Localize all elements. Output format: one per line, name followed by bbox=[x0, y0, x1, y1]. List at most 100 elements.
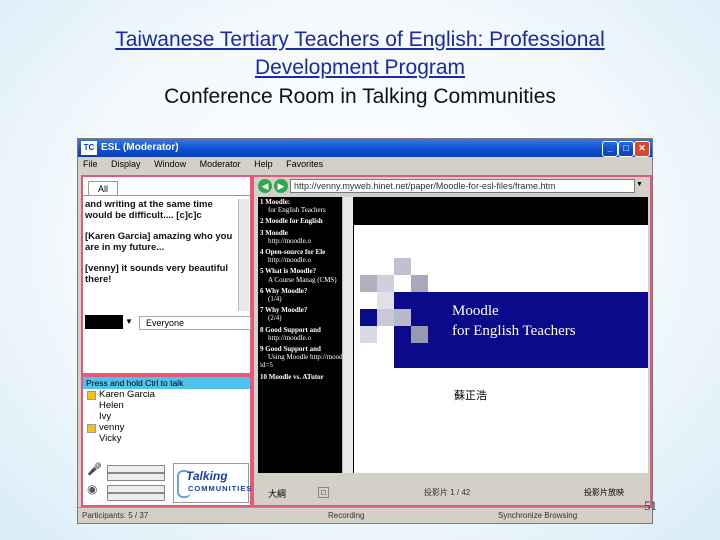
slide-top-band bbox=[354, 197, 648, 225]
text-color-swatch[interactable] bbox=[85, 315, 123, 329]
slide-pager[interactable]: 投影片 1 / 42 bbox=[424, 487, 470, 498]
logo-subtext: COMMUNITIES bbox=[188, 484, 253, 493]
minimize-button[interactable]: _ bbox=[602, 141, 618, 157]
slide-decor-square bbox=[377, 309, 394, 326]
chat-panel: All and writing at the same time would b… bbox=[81, 175, 252, 375]
outline-item-subtitle: for English Teachers bbox=[268, 206, 326, 215]
outline-item-subtitle: (1/4) bbox=[268, 295, 282, 304]
outline-scrollbar[interactable] bbox=[342, 197, 353, 473]
chevron-down-icon[interactable]: ▼ bbox=[636, 179, 646, 191]
outline-item-title: 9 Good Support and bbox=[260, 345, 321, 354]
recording-status[interactable]: Recording bbox=[328, 509, 364, 523]
mic-gain-slider[interactable] bbox=[107, 473, 165, 481]
slide-decor-square bbox=[394, 258, 411, 275]
speaker-volume-slider[interactable] bbox=[107, 485, 165, 493]
chevron-down-icon[interactable]: ▼ bbox=[125, 315, 137, 329]
slide-decor-square bbox=[360, 275, 377, 292]
audio-controls: 🎤 ◉ bbox=[85, 457, 171, 501]
maximize-button[interactable]: □ bbox=[618, 141, 634, 157]
list-item[interactable]: Ivy bbox=[85, 411, 155, 422]
outline-item-title: 7 Why Moodle? bbox=[260, 306, 308, 315]
outline-item-title: 10 Moodle vs. ATutor bbox=[260, 372, 324, 381]
slide-decor-square bbox=[411, 275, 428, 292]
slide-decor-square bbox=[377, 275, 394, 292]
list-item[interactable]: venny bbox=[85, 422, 155, 433]
user-status-icon bbox=[87, 391, 96, 400]
chat-log: and writing at the same time would be di… bbox=[85, 199, 237, 311]
close-button[interactable]: ✕ bbox=[634, 141, 650, 157]
press-to-talk-hint: Press and hold Ctrl to talk bbox=[83, 377, 250, 389]
list-item[interactable]: Karen Garcia bbox=[85, 389, 155, 400]
window-title: ESL (Moderator) bbox=[101, 142, 179, 153]
outline-item-title: 8 Good Support and bbox=[260, 325, 321, 334]
slide-preview-title: Moodle for English Teachers bbox=[452, 301, 576, 341]
user-panel: Press and hold Ctrl to talk Karen Garcia… bbox=[81, 375, 252, 507]
outline-item-title: 2 Moodle for English bbox=[260, 217, 323, 226]
slide-subtitle: Conference Room in Talking Communities bbox=[164, 85, 556, 108]
list-item[interactable]: Vicky bbox=[85, 433, 155, 444]
slideshow-button[interactable]: 投影片放映 bbox=[584, 487, 624, 498]
recipient-select[interactable]: Everyone bbox=[139, 316, 251, 330]
outline-item-subtitle: Using Moodle http://moodle.o id=5 bbox=[260, 353, 353, 370]
outline-button[interactable]: 大綱 bbox=[268, 487, 286, 500]
chat-message: and writing at the same time would be di… bbox=[85, 199, 213, 221]
sync-browsing-status[interactable]: Synchronize Browsing bbox=[498, 509, 577, 523]
list-item[interactable]: Helen bbox=[85, 400, 155, 411]
participant-name: venny bbox=[99, 422, 125, 433]
slide-decor-square bbox=[394, 309, 411, 326]
outline-item[interactable]: 2 Moodle for English bbox=[260, 217, 354, 225]
menu-help[interactable]: Help bbox=[254, 157, 273, 171]
menu-bar: File Display Window Moderator Help Favor… bbox=[78, 157, 652, 171]
talking-communities-window: TC ESL (Moderator) _ □ ✕ File Display Wi… bbox=[77, 138, 653, 524]
slide-decor-square bbox=[411, 326, 428, 343]
speaker-icon[interactable]: ◉ bbox=[87, 481, 103, 497]
slide-preview-title-line1: Moodle bbox=[452, 303, 499, 319]
slide-decor-square bbox=[377, 292, 394, 309]
url-field[interactable]: http://venny.myweb.hinet.net/paper/Moodl… bbox=[290, 179, 635, 193]
shared-browser: ◀ ▶ http://venny.myweb.hinet.net/paper/M… bbox=[252, 175, 652, 507]
chat-input-row: ▼ Everyone bbox=[85, 315, 251, 330]
participant-name: Helen bbox=[99, 400, 124, 411]
window-titlebar[interactable]: TC ESL (Moderator) _ □ ✕ bbox=[78, 139, 652, 157]
forward-icon[interactable]: ▶ bbox=[274, 179, 288, 193]
mic-volume-slider[interactable] bbox=[107, 465, 165, 473]
menu-display[interactable]: Display bbox=[111, 157, 141, 171]
outline-item[interactable]: 5 What is Moodle? A Course Manag (CMS) bbox=[260, 267, 354, 283]
chat-message: [Karen Garcia] amazing who you are in my… bbox=[85, 231, 233, 253]
outline-item[interactable]: 9 Good Support and Using Moodle http://mo… bbox=[260, 345, 354, 370]
tab-all[interactable]: All bbox=[88, 181, 118, 196]
expand-button[interactable]: □ bbox=[318, 487, 329, 498]
slide-outline[interactable]: 1 Moodle: for English Teachers 2 Moodle fo… bbox=[258, 197, 354, 473]
slide-title-block: Taiwanese Tertiary Teachers of English: … bbox=[0, 26, 720, 112]
microphone-icon[interactable]: 🎤 bbox=[87, 461, 103, 477]
talking-communities-logo: Talking COMMUNITIES bbox=[173, 463, 253, 503]
menu-favorites[interactable]: Favorites bbox=[286, 157, 323, 171]
menu-moderator[interactable]: Moderator bbox=[200, 157, 241, 171]
slide-author: 蘇正浩 bbox=[454, 390, 487, 402]
participant-name: Ivy bbox=[99, 411, 112, 422]
menu-window[interactable]: Window bbox=[154, 157, 186, 171]
outline-item-subtitle: (2/4) bbox=[268, 314, 282, 323]
back-icon[interactable]: ◀ bbox=[258, 179, 272, 193]
outline-item-title: 4 Open-source for Ele bbox=[260, 248, 326, 257]
outline-item-subtitle: http://moodle.o bbox=[268, 236, 311, 245]
outline-item[interactable]: 10 Moodle vs. ATutor bbox=[260, 373, 354, 381]
participant-name: Vicky bbox=[99, 433, 122, 444]
outline-item-subtitle: http://moodle.o bbox=[268, 333, 311, 342]
speaker-balance-slider[interactable] bbox=[107, 493, 165, 501]
outline-item[interactable]: 1 Moodle: for English Teachers bbox=[260, 198, 354, 214]
outline-item-subtitle: A Course Manag (CMS) bbox=[268, 275, 337, 284]
slide-title-line1[interactable]: Taiwanese Tertiary Teachers of English: … bbox=[0, 26, 720, 54]
outline-item[interactable]: 4 Open-source for Ele http://moodle.o bbox=[260, 248, 354, 264]
outline-item[interactable]: 8 Good Support and http://moodle.o bbox=[260, 326, 354, 342]
slide-title-line2[interactable]: Development Program bbox=[0, 54, 720, 82]
chat-scrollbar[interactable] bbox=[238, 199, 249, 311]
slide-preview: Moodle for English Teachers 蘇正浩 bbox=[354, 197, 648, 473]
outline-item[interactable]: 3 Moodle http://moodle.o bbox=[260, 229, 354, 245]
user-status-icon bbox=[87, 424, 96, 433]
outline-item[interactable]: 7 Why Moodle? (2/4) bbox=[260, 306, 354, 322]
menu-file[interactable]: File bbox=[83, 157, 98, 171]
app-logo-icon: TC bbox=[81, 141, 97, 155]
outline-item[interactable]: 6 Why Moodle? (1/4) bbox=[260, 287, 354, 303]
page-number: 51 bbox=[644, 498, 657, 513]
